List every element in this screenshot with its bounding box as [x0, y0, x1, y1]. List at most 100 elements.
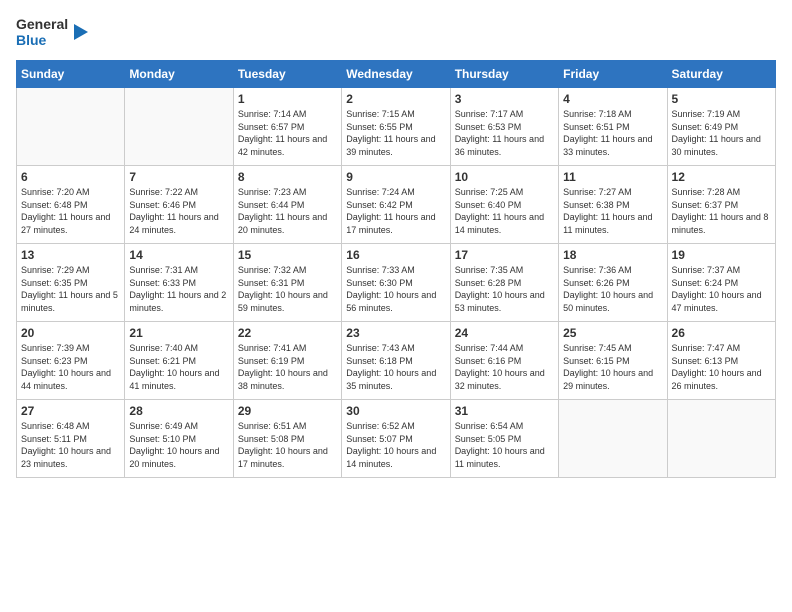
day-number: 15 [238, 248, 337, 262]
weekday-header-monday: Monday [125, 61, 233, 88]
day-info: Sunrise: 7:32 AM Sunset: 6:31 PM Dayligh… [238, 264, 337, 314]
weekday-header-row: SundayMondayTuesdayWednesdayThursdayFrid… [17, 61, 776, 88]
day-number: 12 [672, 170, 771, 184]
day-info: Sunrise: 7:41 AM Sunset: 6:19 PM Dayligh… [238, 342, 337, 392]
day-number: 17 [455, 248, 554, 262]
day-number: 21 [129, 326, 228, 340]
day-info: Sunrise: 7:24 AM Sunset: 6:42 PM Dayligh… [346, 186, 445, 236]
day-info: Sunrise: 7:33 AM Sunset: 6:30 PM Dayligh… [346, 264, 445, 314]
day-info: Sunrise: 6:51 AM Sunset: 5:08 PM Dayligh… [238, 420, 337, 470]
logo: General Blue [16, 16, 90, 48]
day-info: Sunrise: 7:20 AM Sunset: 6:48 PM Dayligh… [21, 186, 120, 236]
day-number: 16 [346, 248, 445, 262]
day-info: Sunrise: 7:40 AM Sunset: 6:21 PM Dayligh… [129, 342, 228, 392]
day-number: 14 [129, 248, 228, 262]
day-info: Sunrise: 6:52 AM Sunset: 5:07 PM Dayligh… [346, 420, 445, 470]
calendar-cell: 29 Sunrise: 6:51 AM Sunset: 5:08 PM Dayli… [233, 400, 341, 478]
day-number: 1 [238, 92, 337, 106]
day-number: 25 [563, 326, 662, 340]
day-number: 13 [21, 248, 120, 262]
logo-general: General [16, 16, 68, 32]
day-number: 26 [672, 326, 771, 340]
calendar-cell: 20 Sunrise: 7:39 AM Sunset: 6:23 PM Dayli… [17, 322, 125, 400]
day-info: Sunrise: 7:25 AM Sunset: 6:40 PM Dayligh… [455, 186, 554, 236]
calendar-cell: 10 Sunrise: 7:25 AM Sunset: 6:40 PM Dayli… [450, 166, 558, 244]
day-info: Sunrise: 7:15 AM Sunset: 6:55 PM Dayligh… [346, 108, 445, 158]
day-number: 3 [455, 92, 554, 106]
calendar-cell: 15 Sunrise: 7:32 AM Sunset: 6:31 PM Dayli… [233, 244, 341, 322]
day-number: 23 [346, 326, 445, 340]
calendar-cell: 26 Sunrise: 7:47 AM Sunset: 6:13 PM Dayli… [667, 322, 775, 400]
day-number: 10 [455, 170, 554, 184]
day-number: 19 [672, 248, 771, 262]
calendar-cell: 21 Sunrise: 7:40 AM Sunset: 6:21 PM Dayli… [125, 322, 233, 400]
day-number: 29 [238, 404, 337, 418]
calendar-cell: 1 Sunrise: 7:14 AM Sunset: 6:57 PM Daylig… [233, 88, 341, 166]
day-info: Sunrise: 7:29 AM Sunset: 6:35 PM Dayligh… [21, 264, 120, 314]
calendar-cell: 8 Sunrise: 7:23 AM Sunset: 6:44 PM Daylig… [233, 166, 341, 244]
calendar-week-row: 13 Sunrise: 7:29 AM Sunset: 6:35 PM Dayli… [17, 244, 776, 322]
calendar-cell: 4 Sunrise: 7:18 AM Sunset: 6:51 PM Daylig… [559, 88, 667, 166]
day-number: 27 [21, 404, 120, 418]
day-info: Sunrise: 7:22 AM Sunset: 6:46 PM Dayligh… [129, 186, 228, 236]
day-info: Sunrise: 6:48 AM Sunset: 5:11 PM Dayligh… [21, 420, 120, 470]
calendar-cell: 7 Sunrise: 7:22 AM Sunset: 6:46 PM Daylig… [125, 166, 233, 244]
calendar-cell: 22 Sunrise: 7:41 AM Sunset: 6:19 PM Dayli… [233, 322, 341, 400]
day-number: 4 [563, 92, 662, 106]
day-info: Sunrise: 7:28 AM Sunset: 6:37 PM Dayligh… [672, 186, 771, 236]
day-number: 30 [346, 404, 445, 418]
day-number: 28 [129, 404, 228, 418]
day-info: Sunrise: 7:43 AM Sunset: 6:18 PM Dayligh… [346, 342, 445, 392]
day-info: Sunrise: 7:31 AM Sunset: 6:33 PM Dayligh… [129, 264, 228, 314]
day-info: Sunrise: 7:35 AM Sunset: 6:28 PM Dayligh… [455, 264, 554, 314]
weekday-header-thursday: Thursday [450, 61, 558, 88]
day-number: 5 [672, 92, 771, 106]
day-number: 22 [238, 326, 337, 340]
weekday-header-tuesday: Tuesday [233, 61, 341, 88]
calendar-week-row: 6 Sunrise: 7:20 AM Sunset: 6:48 PM Daylig… [17, 166, 776, 244]
day-info: Sunrise: 7:47 AM Sunset: 6:13 PM Dayligh… [672, 342, 771, 392]
day-number: 31 [455, 404, 554, 418]
day-info: Sunrise: 7:45 AM Sunset: 6:15 PM Dayligh… [563, 342, 662, 392]
day-number: 11 [563, 170, 662, 184]
calendar-cell: 31 Sunrise: 6:54 AM Sunset: 5:05 PM Dayli… [450, 400, 558, 478]
calendar-cell: 9 Sunrise: 7:24 AM Sunset: 6:42 PM Daylig… [342, 166, 450, 244]
calendar-cell: 3 Sunrise: 7:17 AM Sunset: 6:53 PM Daylig… [450, 88, 558, 166]
calendar-cell: 30 Sunrise: 6:52 AM Sunset: 5:07 PM Dayli… [342, 400, 450, 478]
calendar-cell: 18Sunrise: 7:36 AM Sunset: 6:26 PM Dayli… [559, 244, 667, 322]
calendar-cell: 25 Sunrise: 7:45 AM Sunset: 6:15 PM Dayli… [559, 322, 667, 400]
calendar-cell: 13 Sunrise: 7:29 AM Sunset: 6:35 PM Dayli… [17, 244, 125, 322]
weekday-header-wednesday: Wednesday [342, 61, 450, 88]
weekday-header-friday: Friday [559, 61, 667, 88]
day-number: 20 [21, 326, 120, 340]
day-info: Sunrise: 7:27 AM Sunset: 6:38 PM Dayligh… [563, 186, 662, 236]
day-number: 2 [346, 92, 445, 106]
day-info: Sunrise: 6:49 AM Sunset: 5:10 PM Dayligh… [129, 420, 228, 470]
day-info: Sunrise: 7:39 AM Sunset: 6:23 PM Dayligh… [21, 342, 120, 392]
calendar-cell: 11 Sunrise: 7:27 AM Sunset: 6:38 PM Dayli… [559, 166, 667, 244]
day-info: Sunrise: 7:19 AM Sunset: 6:49 PM Dayligh… [672, 108, 771, 158]
day-info: Sunrise: 7:23 AM Sunset: 6:44 PM Dayligh… [238, 186, 337, 236]
day-info: Sunrise: 7:18 AM Sunset: 6:51 PM Dayligh… [563, 108, 662, 158]
calendar-cell: 17 Sunrise: 7:35 AM Sunset: 6:28 PM Dayli… [450, 244, 558, 322]
day-info: Sunrise: 7:37 AM Sunset: 6:24 PM Dayligh… [672, 264, 771, 314]
calendar-week-row: 1 Sunrise: 7:14 AM Sunset: 6:57 PM Daylig… [17, 88, 776, 166]
calendar-week-row: 20 Sunrise: 7:39 AM Sunset: 6:23 PM Dayli… [17, 322, 776, 400]
calendar-cell: 23 Sunrise: 7:43 AM Sunset: 6:18 PM Dayli… [342, 322, 450, 400]
day-number: 9 [346, 170, 445, 184]
day-info: Sunrise: 7:17 AM Sunset: 6:53 PM Dayligh… [455, 108, 554, 158]
calendar-cell [667, 400, 775, 478]
day-number: 7 [129, 170, 228, 184]
calendar-cell: 24Sunrise: 7:44 AM Sunset: 6:16 PM Dayli… [450, 322, 558, 400]
weekday-header-saturday: Saturday [667, 61, 775, 88]
logo-graphic: General Blue [16, 16, 90, 48]
calendar-cell: 16 Sunrise: 7:33 AM Sunset: 6:30 PM Dayli… [342, 244, 450, 322]
page-header: General Blue [16, 16, 776, 48]
calendar-table: SundayMondayTuesdayWednesdayThursdayFrid… [16, 60, 776, 478]
day-number: 6 [21, 170, 120, 184]
day-info: Sunrise: 6:54 AM Sunset: 5:05 PM Dayligh… [455, 420, 554, 470]
calendar-cell [559, 400, 667, 478]
calendar-cell: 14 Sunrise: 7:31 AM Sunset: 6:33 PM Dayli… [125, 244, 233, 322]
day-info: Sunrise: 7:14 AM Sunset: 6:57 PM Dayligh… [238, 108, 337, 158]
day-number: 8 [238, 170, 337, 184]
